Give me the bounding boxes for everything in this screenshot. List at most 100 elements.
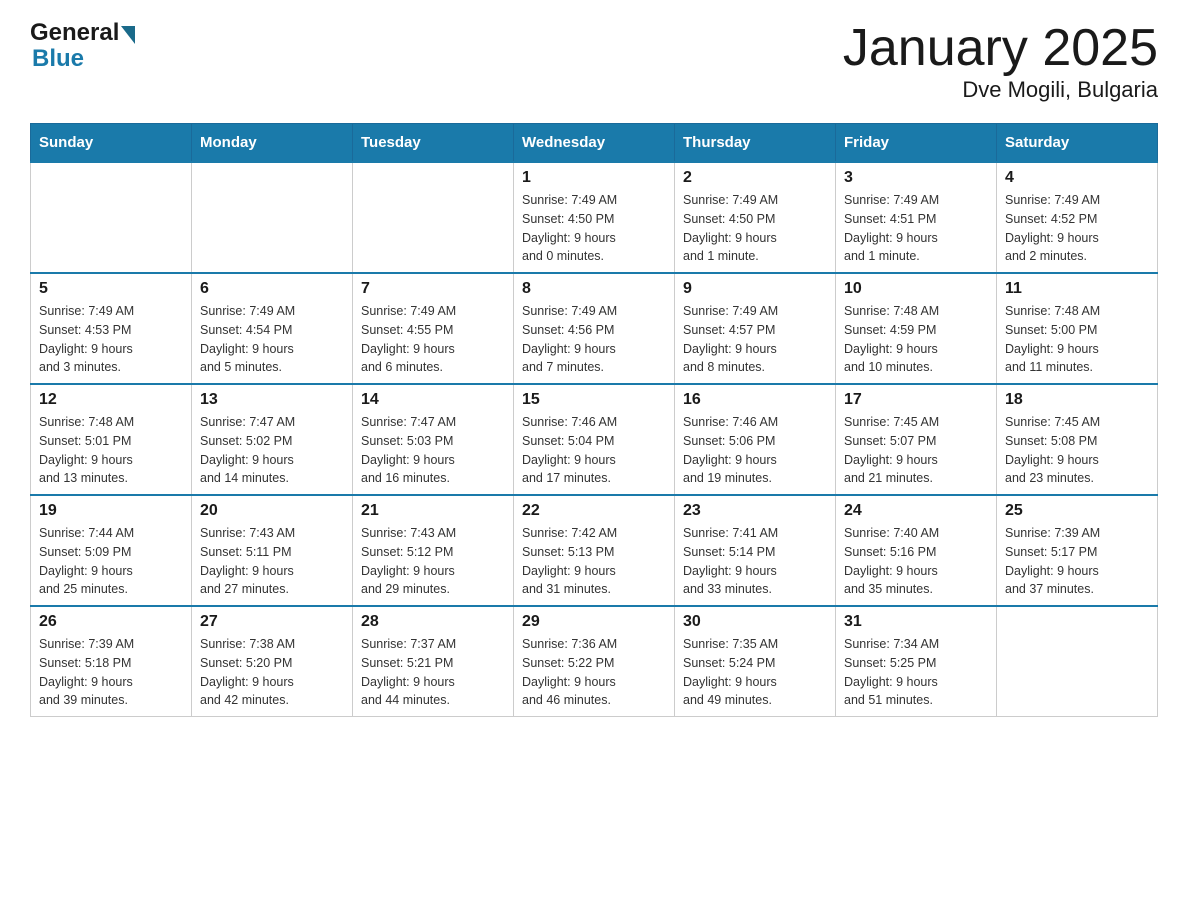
calendar-cell: 13 Sunrise: 7:47 AM Sunset: 5:02 PM Dayli… (192, 384, 353, 495)
day-info: Sunrise: 7:42 AM Sunset: 5:13 PM Dayligh… (522, 524, 666, 599)
calendar-cell: 21Sunrise: 7:43 AM Sunset: 5:12 PM Dayli… (353, 495, 514, 606)
day-info: Sunrise: 7:49 AM Sunset: 4:50 PM Dayligh… (522, 191, 666, 266)
day-number: 26 (39, 613, 183, 631)
day-number: 7 (361, 280, 505, 298)
calendar-cell: 20 Sunrise: 7:43 AM Sunset: 5:11 PM Dayli… (192, 495, 353, 606)
day-info: Sunrise: 7:49 AM Sunset: 4:54 PM Dayligh… (200, 302, 344, 377)
day-number: 11 (1005, 280, 1149, 298)
day-info: Sunrise: 7:46 AM Sunset: 5:04 PM Dayligh… (522, 413, 666, 488)
day-info: Sunrise: 7:48 AM Sunset: 4:59 PM Dayligh… (844, 302, 988, 377)
day-info: Sunrise: 7:45 AM Sunset: 5:08 PM Dayligh… (1005, 413, 1149, 488)
day-info: Sunrise: 7:47 AM Sunset: 5:03 PM Dayligh… (361, 413, 505, 488)
day-number: 22 (522, 502, 666, 520)
day-number: 6 (200, 280, 344, 298)
day-number: 1 (522, 169, 666, 187)
calendar-header-wednesday: Wednesday (514, 124, 675, 163)
main-title: January 2025 (843, 20, 1158, 77)
logo: General Blue (30, 20, 135, 73)
day-number: 10 (844, 280, 988, 298)
day-number: 12 (39, 391, 183, 409)
day-number: 30 (683, 613, 827, 631)
day-number: 28 (361, 613, 505, 631)
day-number: 27 (200, 613, 344, 631)
day-number: 13 (200, 391, 344, 409)
day-number: 17 (844, 391, 988, 409)
calendar-cell: 16 Sunrise: 7:46 AM Sunset: 5:06 PM Dayli… (675, 384, 836, 495)
calendar-cell: 8 Sunrise: 7:49 AM Sunset: 4:56 PM Daylig… (514, 273, 675, 384)
day-number: 16 (683, 391, 827, 409)
day-info: Sunrise: 7:49 AM Sunset: 4:51 PM Dayligh… (844, 191, 988, 266)
day-number: 19 (39, 502, 183, 520)
logo-blue-text: Blue (32, 45, 84, 72)
calendar-header-sunday: Sunday (31, 124, 192, 163)
day-number: 18 (1005, 391, 1149, 409)
calendar-cell: 14 Sunrise: 7:47 AM Sunset: 5:03 PM Dayli… (353, 384, 514, 495)
day-info: Sunrise: 7:45 AM Sunset: 5:07 PM Dayligh… (844, 413, 988, 488)
day-number: 20 (200, 502, 344, 520)
calendar-cell: 1 Sunrise: 7:49 AM Sunset: 4:50 PM Daylig… (514, 162, 675, 273)
calendar-cell: 28 Sunrise: 7:37 AM Sunset: 5:21 PM Dayli… (353, 606, 514, 717)
day-info: Sunrise: 7:48 AM Sunset: 5:00 PM Dayligh… (1005, 302, 1149, 377)
calendar-header-tuesday: Tuesday (353, 124, 514, 163)
title-block: January 2025 Dve Mogili, Bulgaria (843, 20, 1158, 103)
day-number: 31 (844, 613, 988, 631)
calendar-cell: 7 Sunrise: 7:49 AM Sunset: 4:55 PM Daylig… (353, 273, 514, 384)
calendar-cell: 5Sunrise: 7:49 AM Sunset: 4:53 PM Daylig… (31, 273, 192, 384)
calendar-cell: 15 Sunrise: 7:46 AM Sunset: 5:04 PM Dayli… (514, 384, 675, 495)
day-info: Sunrise: 7:46 AM Sunset: 5:06 PM Dayligh… (683, 413, 827, 488)
day-info: Sunrise: 7:44 AM Sunset: 5:09 PM Dayligh… (39, 524, 183, 599)
day-info: Sunrise: 7:43 AM Sunset: 5:11 PM Dayligh… (200, 524, 344, 599)
day-info: Sunrise: 7:49 AM Sunset: 4:55 PM Dayligh… (361, 302, 505, 377)
calendar-header-saturday: Saturday (997, 124, 1158, 163)
day-number: 14 (361, 391, 505, 409)
day-info: Sunrise: 7:49 AM Sunset: 4:53 PM Dayligh… (39, 302, 183, 377)
calendar-cell: 6 Sunrise: 7:49 AM Sunset: 4:54 PM Daylig… (192, 273, 353, 384)
calendar-cell (353, 162, 514, 273)
day-number: 24 (844, 502, 988, 520)
day-number: 4 (1005, 169, 1149, 187)
day-info: Sunrise: 7:48 AM Sunset: 5:01 PM Dayligh… (39, 413, 183, 488)
calendar-cell: 4 Sunrise: 7:49 AM Sunset: 4:52 PM Daylig… (997, 162, 1158, 273)
day-info: Sunrise: 7:49 AM Sunset: 4:52 PM Dayligh… (1005, 191, 1149, 266)
day-info: Sunrise: 7:39 AM Sunset: 5:18 PM Dayligh… (39, 635, 183, 710)
calendar-header-friday: Friday (836, 124, 997, 163)
calendar-cell (31, 162, 192, 273)
day-number: 29 (522, 613, 666, 631)
day-info: Sunrise: 7:35 AM Sunset: 5:24 PM Dayligh… (683, 635, 827, 710)
day-number: 21 (361, 502, 505, 520)
day-info: Sunrise: 7:38 AM Sunset: 5:20 PM Dayligh… (200, 635, 344, 710)
calendar-cell: 25Sunrise: 7:39 AM Sunset: 5:17 PM Dayli… (997, 495, 1158, 606)
subtitle: Dve Mogili, Bulgaria (843, 77, 1158, 103)
calendar-cell (192, 162, 353, 273)
calendar-cell: 30 Sunrise: 7:35 AM Sunset: 5:24 PM Dayli… (675, 606, 836, 717)
calendar-cell: 3Sunrise: 7:49 AM Sunset: 4:51 PM Daylig… (836, 162, 997, 273)
day-info: Sunrise: 7:40 AM Sunset: 5:16 PM Dayligh… (844, 524, 988, 599)
calendar-table: SundayMondayTuesdayWednesdayThursdayFrid… (30, 123, 1158, 717)
day-info: Sunrise: 7:49 AM Sunset: 4:50 PM Dayligh… (683, 191, 827, 266)
calendar-header-monday: Monday (192, 124, 353, 163)
calendar-cell: 2Sunrise: 7:49 AM Sunset: 4:50 PM Daylig… (675, 162, 836, 273)
calendar-cell: 24 Sunrise: 7:40 AM Sunset: 5:16 PM Dayli… (836, 495, 997, 606)
page-header: General Blue January 2025 Dve Mogili, Bu… (30, 20, 1158, 103)
calendar-cell: 9Sunrise: 7:49 AM Sunset: 4:57 PM Daylig… (675, 273, 836, 384)
logo-arrow-icon (121, 26, 135, 44)
day-number: 15 (522, 391, 666, 409)
calendar-cell: 12 Sunrise: 7:48 AM Sunset: 5:01 PM Dayli… (31, 384, 192, 495)
day-info: Sunrise: 7:49 AM Sunset: 4:56 PM Dayligh… (522, 302, 666, 377)
logo-general-text: General (30, 20, 119, 46)
day-info: Sunrise: 7:36 AM Sunset: 5:22 PM Dayligh… (522, 635, 666, 710)
calendar-week-row: 1 Sunrise: 7:49 AM Sunset: 4:50 PM Daylig… (31, 162, 1158, 273)
calendar-week-row: 19 Sunrise: 7:44 AM Sunset: 5:09 PM Dayli… (31, 495, 1158, 606)
day-info: Sunrise: 7:41 AM Sunset: 5:14 PM Dayligh… (683, 524, 827, 599)
calendar-cell (997, 606, 1158, 717)
calendar-cell: 26 Sunrise: 7:39 AM Sunset: 5:18 PM Dayli… (31, 606, 192, 717)
calendar-week-row: 5Sunrise: 7:49 AM Sunset: 4:53 PM Daylig… (31, 273, 1158, 384)
day-number: 8 (522, 280, 666, 298)
day-info: Sunrise: 7:34 AM Sunset: 5:25 PM Dayligh… (844, 635, 988, 710)
day-info: Sunrise: 7:39 AM Sunset: 5:17 PM Dayligh… (1005, 524, 1149, 599)
day-info: Sunrise: 7:49 AM Sunset: 4:57 PM Dayligh… (683, 302, 827, 377)
calendar-cell: 31 Sunrise: 7:34 AM Sunset: 5:25 PM Dayli… (836, 606, 997, 717)
day-info: Sunrise: 7:47 AM Sunset: 5:02 PM Dayligh… (200, 413, 344, 488)
day-info: Sunrise: 7:37 AM Sunset: 5:21 PM Dayligh… (361, 635, 505, 710)
calendar-cell: 11 Sunrise: 7:48 AM Sunset: 5:00 PM Dayli… (997, 273, 1158, 384)
